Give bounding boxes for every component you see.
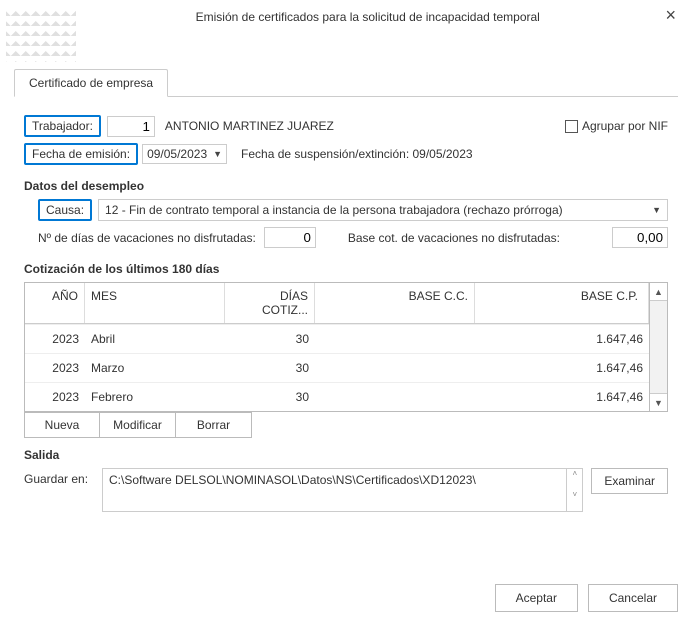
modificar-button[interactable]: Modificar [100, 412, 176, 438]
section-cotizacion: Cotización de los últimos 180 días [24, 262, 668, 276]
scroll-up-icon[interactable]: ▲ [650, 283, 667, 301]
cell-ano: 2023 [25, 353, 85, 382]
cell-base-cc [315, 324, 475, 353]
label-trabajador: Trabajador: [24, 115, 101, 137]
scroll-track[interactable] [650, 301, 667, 393]
cell-ano: 2023 [25, 382, 85, 411]
chevron-down-icon: ▼ [213, 149, 222, 159]
cotizacion-table: AÑO MES DÍAS COTIZ... BASE C.C. BASE C.P… [24, 282, 650, 412]
trabajador-name: ANTONIO MARTINEZ JUAREZ [165, 119, 334, 133]
fecha-emision-input[interactable]: 09/05/2023 ▼ [142, 144, 227, 164]
aceptar-button[interactable]: Aceptar [495, 584, 578, 612]
agrupar-nif-checkbox[interactable]: Agrupar por NIF [565, 119, 668, 133]
cell-base-cp: 1.647,46 [475, 353, 649, 382]
fecha-suspension-label: Fecha de suspensión/extinción: 09/05/202… [241, 147, 473, 161]
col-ano[interactable]: AÑO [25, 283, 85, 323]
agrupar-nif-label: Agrupar por NIF [582, 119, 668, 133]
chevron-down-icon: ▼ [652, 205, 661, 215]
dialog-title: Emisión de certificados para la solicitu… [76, 6, 659, 24]
col-base-cc[interactable]: BASE C.C. [315, 283, 475, 323]
dias-vacaciones-input[interactable] [264, 227, 316, 248]
cell-mes: Febrero [85, 382, 225, 411]
cell-mes: Abril [85, 324, 225, 353]
cell-base-cp: 1.647,46 [475, 382, 649, 411]
spinner-down-icon[interactable]: ˅ [567, 490, 582, 511]
table-scrollbar[interactable]: ▲ ▼ [650, 282, 668, 412]
cell-ano: 2023 [25, 324, 85, 353]
guardar-path-input[interactable]: C:\Software DELSOL\NOMINASOL\Datos\NS\Ce… [102, 468, 583, 512]
cancelar-button[interactable]: Cancelar [588, 584, 678, 612]
tab-certificado-empresa[interactable]: Certificado de empresa [14, 69, 168, 97]
spinner-up-icon[interactable]: ˄ [567, 469, 582, 490]
table-row[interactable]: 2023Marzo30 1.647,46 [25, 353, 649, 382]
label-base-vacaciones: Base cot. de vacaciones no disfrutadas: [348, 231, 560, 245]
fecha-emision-value: 09/05/2023 [147, 147, 207, 161]
label-fecha-emision: Fecha de emisión: [24, 143, 138, 165]
causa-value: 12 - Fin de contrato temporal a instanci… [105, 203, 563, 217]
col-dias[interactable]: DÍAS COTIZ... [225, 283, 315, 323]
label-guardar-en: Guardar en: [24, 468, 94, 486]
cell-base-cc [315, 382, 475, 411]
causa-select[interactable]: 12 - Fin de contrato temporal a instanci… [98, 199, 668, 221]
scroll-down-icon[interactable]: ▼ [650, 393, 667, 411]
section-salida: Salida [24, 448, 668, 462]
section-datos-desempleo: Datos del desempleo [24, 179, 668, 193]
label-causa: Causa: [38, 199, 92, 221]
checkbox-icon [565, 120, 578, 133]
borrar-button[interactable]: Borrar [176, 412, 252, 438]
cell-dias: 30 [225, 353, 315, 382]
close-icon[interactable]: × [659, 6, 682, 24]
app-logo [6, 6, 76, 62]
col-mes[interactable]: MES [85, 283, 225, 323]
table-row[interactable]: 2023Febrero30 1.647,46 [25, 382, 649, 411]
cell-base-cc [315, 353, 475, 382]
nueva-button[interactable]: Nueva [24, 412, 100, 438]
cell-dias: 30 [225, 382, 315, 411]
trabajador-id-input[interactable] [107, 116, 155, 137]
table-row[interactable]: 2023Abril30 1.647,46 [25, 324, 649, 353]
base-vacaciones-input[interactable] [612, 227, 668, 248]
cell-dias: 30 [225, 324, 315, 353]
guardar-path-value: C:\Software DELSOL\NOMINASOL\Datos\NS\Ce… [109, 473, 476, 487]
cell-base-cp: 1.647,46 [475, 324, 649, 353]
col-base-cp[interactable]: BASE C.P. [475, 283, 649, 323]
label-dias-vacaciones: Nº de días de vacaciones no disfrutadas: [38, 231, 256, 245]
cell-mes: Marzo [85, 353, 225, 382]
examinar-button[interactable]: Examinar [591, 468, 668, 494]
